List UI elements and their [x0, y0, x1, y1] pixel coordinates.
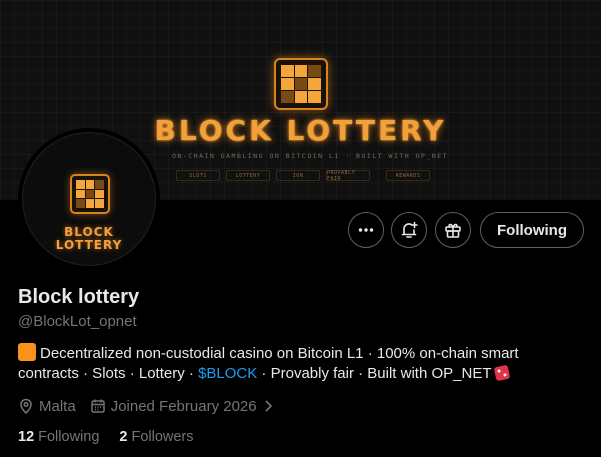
more-horizontal-icon: [358, 228, 374, 232]
location-text: Malta: [39, 397, 76, 415]
bell-plus-icon: [401, 221, 418, 238]
following-button[interactable]: Following: [480, 212, 584, 248]
avatar[interactable]: BLOCK LOTTERY: [18, 128, 160, 270]
block-lottery-logo-icon: [274, 58, 328, 110]
profile-handle: @BlockLot_opnet: [18, 313, 137, 330]
profile-bio: Decentralized non-custodial casino on Bi…: [18, 343, 578, 384]
block-lottery-logo-icon: [70, 174, 110, 214]
dice-emoji-icon: [493, 364, 510, 382]
orange-square-emoji-icon: [18, 343, 36, 361]
banner-tagline: ON-CHAIN GAMBLING ON BITCOIN L1 · BUILT …: [172, 152, 449, 160]
following-label: Following: [38, 429, 100, 445]
location-pin-icon: [20, 398, 32, 414]
chevron-right-icon: [265, 400, 272, 412]
gift-button[interactable]: [435, 212, 471, 248]
joined-date[interactable]: Joined February 2026: [90, 398, 280, 415]
followers-label: Followers: [131, 429, 194, 445]
profile-name: Block lottery: [18, 286, 140, 308]
calendar-icon: [90, 399, 105, 413]
cashtag-link[interactable]: $BLOCK: [198, 365, 257, 382]
profile-meta: Malta Joined February 2026: [18, 396, 294, 416]
followers-count-link[interactable]: 2 Followers: [119, 429, 193, 445]
banner-nav-item: REWARDS: [386, 170, 430, 181]
notifications-button[interactable]: [391, 212, 427, 248]
following-count: 12: [18, 429, 35, 445]
banner-nav-item: PROVABLY FAIR: [326, 170, 370, 182]
gift-icon: [445, 223, 461, 238]
location: Malta: [18, 398, 76, 415]
profile-stats: 12 Following 2 Followers: [18, 429, 214, 445]
bio-text: · Provably fair · Built with OP_NET: [257, 365, 492, 382]
more-button[interactable]: [348, 212, 384, 248]
banner-nav-item: SLOTS: [176, 170, 220, 181]
followers-count: 2: [119, 429, 128, 445]
following-count-link[interactable]: 12 Following: [18, 429, 99, 445]
banner-nav-item: ION: [276, 170, 320, 181]
joined-text: Joined February 2026: [110, 397, 257, 415]
avatar-text-line2: LOTTERY: [55, 238, 123, 252]
banner-nav-item: LOTTERY: [226, 170, 270, 181]
